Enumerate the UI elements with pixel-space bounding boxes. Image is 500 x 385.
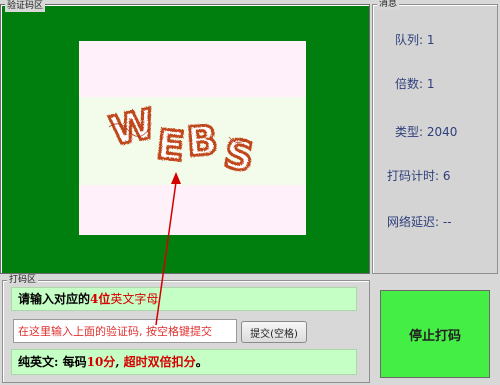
input-panel-title: 打码区 xyxy=(7,275,39,286)
svg-text:B: B xyxy=(185,118,219,166)
instruction-count: 4位 xyxy=(90,292,111,306)
info-panel-title: 消息 xyxy=(377,0,400,10)
rule-points: 10分 xyxy=(86,355,116,369)
svg-text:E: E xyxy=(155,122,187,171)
captcha-glyphs: W E B S xyxy=(105,99,259,182)
answer-input[interactable] xyxy=(13,319,237,343)
instruction-kind: 英文字母 xyxy=(110,292,159,306)
captcha-frame: W E B S xyxy=(79,41,306,235)
captcha-panel: 验证码区 W E B S xyxy=(0,1,370,274)
captcha-panel-title: 验证码区 xyxy=(5,1,46,12)
rule-prefix: 纯英文: 每码 xyxy=(18,355,87,369)
svg-text:W: W xyxy=(106,101,159,155)
rule-box: 纯英文: 每码10分, 超时双倍扣分。 xyxy=(11,349,357,375)
type-label: 类型: 2040 xyxy=(395,125,458,139)
multiplier-label: 倍数: 1 xyxy=(395,77,435,91)
rule-end: 。 xyxy=(195,355,208,369)
instruction-prefix: 请输入对应的 xyxy=(18,292,91,306)
submit-button[interactable]: 提交(空格) xyxy=(241,321,307,343)
stop-button[interactable]: 停止打码 xyxy=(380,290,490,378)
rule-penalty: 超时双倍扣分 xyxy=(123,355,196,369)
instruction-box: 请输入对应的4位英文字母 xyxy=(11,287,357,311)
captcha-image: W E B S xyxy=(79,97,306,185)
svg-text:S: S xyxy=(221,131,257,181)
rule-sep: , xyxy=(115,355,124,369)
timer-label: 打码计时: 6 xyxy=(387,169,451,183)
input-panel: 打码区 请输入对应的4位英文字母 提交(空格) 纯英文: 每码10分, 超时双倍… xyxy=(2,275,370,383)
queue-label: 队列: 1 xyxy=(395,33,435,47)
info-panel: 消息 队列: 1 倍数: 1 类型: 2040 打码计时: 6 网络延迟: -- xyxy=(372,0,498,274)
latency-label: 网络延迟: -- xyxy=(387,215,452,229)
